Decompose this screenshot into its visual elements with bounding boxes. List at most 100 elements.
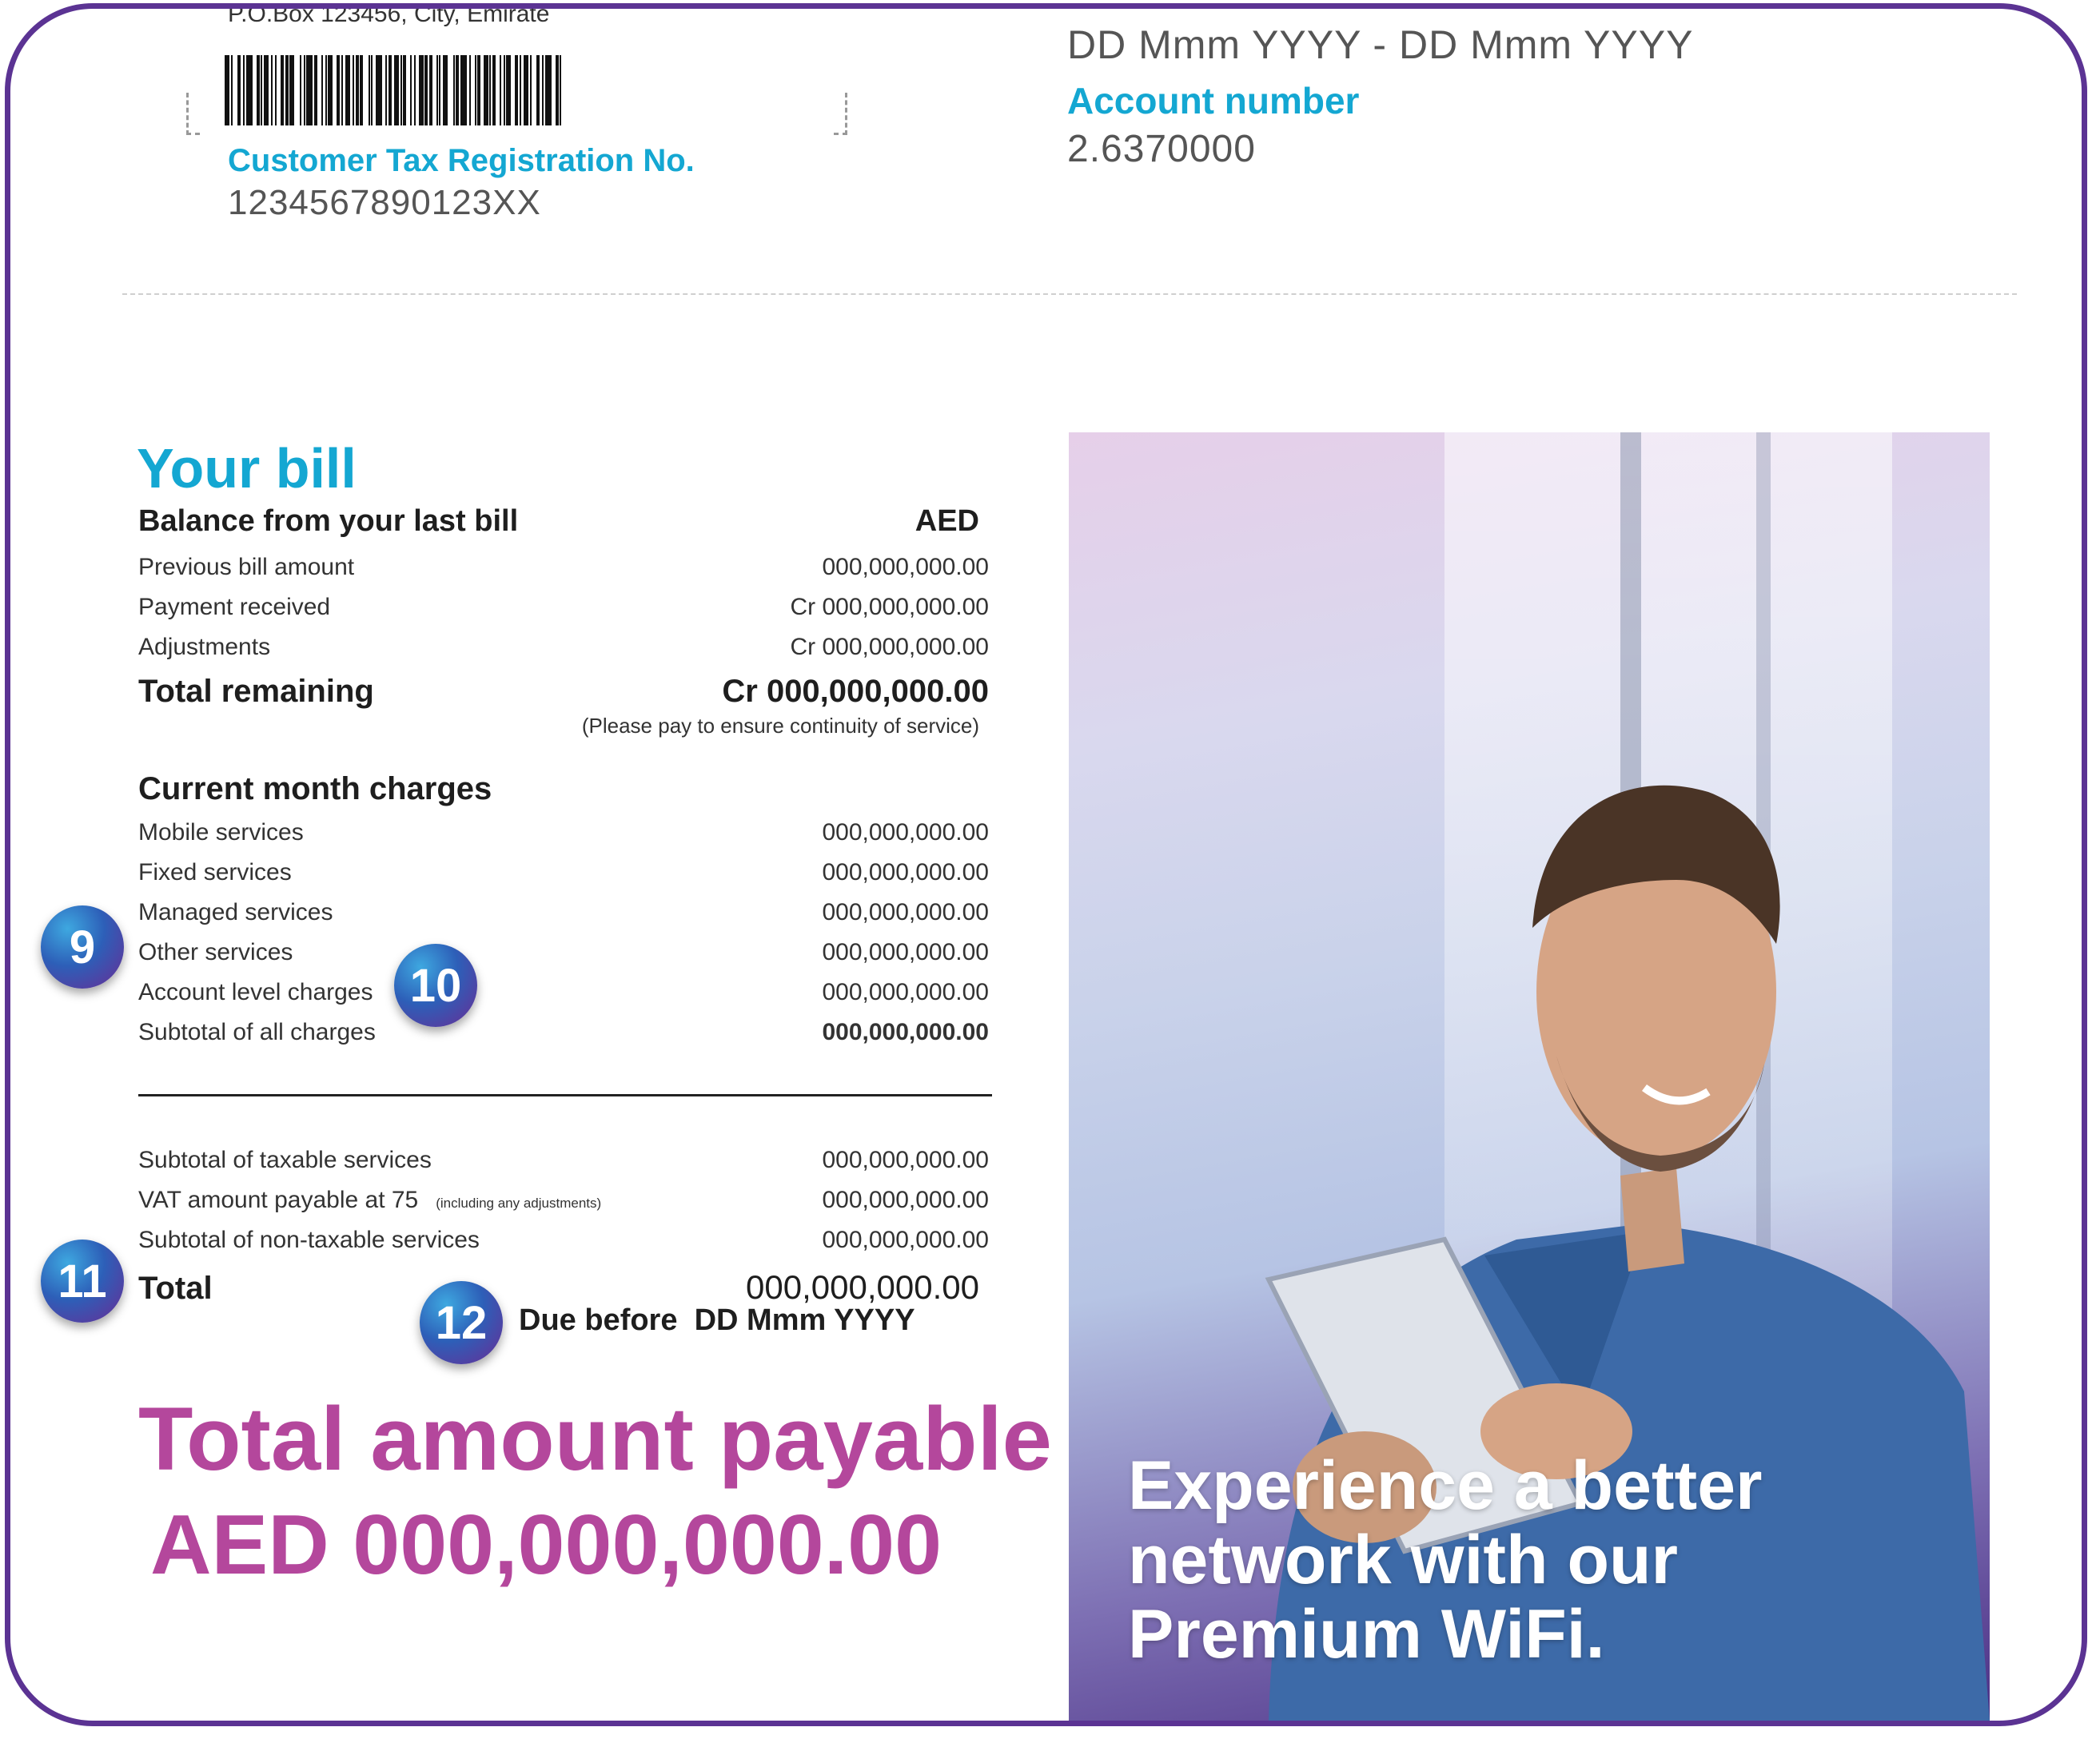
taxable-subtotal-value: 000,000,000.00 [822,1147,989,1173]
document-frame: P.O.Box 123456, City, Emirate Customer T… [5,3,2087,1726]
total-remaining-row: Total remaining Cr 000,000,000.00 [138,674,989,710]
account-level-row: Account level charges 000,000,000.00 [138,979,989,1006]
barcode-bar [299,55,301,125]
barcode-bar [477,55,481,125]
subtotal-all-value: 000,000,000.00 [822,1019,989,1045]
payment-received-label: Payment received [138,594,331,620]
address-window-bracket-right [834,93,847,135]
account-number-value: 2.6370000 [1067,128,1256,170]
callout-badge-9: 9 [41,905,124,989]
vat-label: VAT amount payable at 75 [138,1187,419,1213]
subtotal-all-row: Subtotal of all charges 000,000,000.00 [138,1019,989,1046]
due-label: Due before [519,1303,678,1337]
barcode-bar [270,55,273,125]
barcode-bar [542,55,544,125]
fixed-services-value: 000,000,000.00 [822,859,989,885]
barcode-bar [325,55,327,125]
total-amount-payable-title: Total amount payable [138,1389,1052,1489]
adjustments-value: Cr 000,000,000.00 [790,634,989,660]
barcode-bar [225,55,229,125]
vat-value: 000,000,000.00 [822,1187,989,1213]
vat-label-group: VAT amount payable at 75 (including any a… [138,1187,601,1214]
barcode-bar [452,55,455,125]
total-value: 000,000,000.00 [746,1268,979,1306]
balance-heading: Balance from your last bill [138,504,519,538]
barcode-bar [400,55,402,125]
previous-bill-value: 000,000,000.00 [822,554,989,580]
barcode-bar [275,55,277,125]
vat-note: (including any adjustments) [436,1196,602,1211]
other-services-value: 000,000,000.00 [822,939,989,965]
non-taxable-label: Subtotal of non-taxable services [138,1227,480,1253]
payment-received-row: Payment received Cr 000,000,000.00 [138,594,989,621]
barcode-bar [394,55,400,125]
barcode-bar [403,55,407,125]
barcode-bar [469,55,472,125]
mobile-services-label: Mobile services [138,819,304,846]
currency-label: AED [915,504,979,538]
promo-headline: Experience a better network with our Pre… [1128,1447,1763,1673]
barcode-bar [245,55,253,125]
barcode [225,55,564,125]
barcode-bar [285,55,289,125]
barcode-bar [418,55,424,125]
barcode-bar [544,55,552,125]
barcode-bar [261,55,263,125]
billing-period: DD Mmm YYYY - DD Mmm YYYY [1067,22,1694,67]
barcode-bar [230,55,233,125]
barcode-bar [529,55,532,125]
vat-row: VAT amount payable at 75 (including any a… [138,1187,989,1214]
barcode-bar [321,55,323,125]
tax-registration-label: Customer Tax Registration No. [228,143,695,178]
barcode-bar [489,55,492,125]
barcode-bar [456,55,460,125]
barcode-bar [436,55,438,125]
barcode-bar [328,55,333,125]
barcode-bar [341,55,343,125]
barcode-bar [414,55,416,125]
fixed-services-row: Fixed services 000,000,000.00 [138,859,989,886]
callout-badge-11: 11 [41,1240,124,1323]
barcode-bar [337,55,341,125]
section-divider [122,293,2017,295]
barcode-bar [388,55,392,125]
barcode-bar [499,55,501,125]
account-number-label: Account number [1067,80,1360,121]
other-services-label: Other services [138,939,293,965]
barcode-bar [256,55,260,125]
barcode-bar [560,55,562,125]
total-remaining-note: (Please pay to ensure continuity of serv… [581,714,979,738]
adjustments-label: Adjustments [138,634,271,660]
total-remaining-value: Cr 000,000,000.00 [722,674,989,709]
barcode-bar [536,55,540,125]
barcode-bar [360,55,364,125]
barcode-bar [345,55,351,125]
managed-services-row: Managed services 000,000,000.00 [138,899,989,926]
barcode-bar [523,55,528,125]
balance-heading-row: Balance from your last bill AED [138,504,989,539]
mobile-services-value: 000,000,000.00 [822,819,989,846]
barcode-bar [263,55,269,125]
current-month-heading: Current month charges [138,771,492,806]
barcode-bar [289,55,295,125]
due-date: DD Mmm YYYY [694,1303,915,1337]
subtotal-all-label: Subtotal of all charges [138,1019,376,1045]
barcode-bar [280,55,284,125]
previous-bill-label: Previous bill amount [138,554,355,580]
barcode-bar [506,55,512,125]
barcode-bar [368,55,370,125]
total-label: Total [138,1271,213,1306]
promo-banner: Experience a better network with our Pre… [1069,432,1990,1721]
barcode-bar [515,55,519,125]
address-window-bracket-left [186,93,200,135]
barcode-bar [371,55,373,125]
barcode-bar [243,55,245,125]
callout-badge-12: 12 [420,1281,503,1364]
taxable-subtotal-row: Subtotal of taxable services 000,000,000… [138,1147,989,1174]
barcode-bar [306,55,313,125]
po-box-address: P.O.Box 123456, City, Emirate [228,3,550,27]
taxable-subtotal-label: Subtotal of taxable services [138,1147,432,1173]
account-level-label: Account level charges [138,979,373,1005]
adjustments-row: Adjustments Cr 000,000,000.00 [138,634,989,661]
barcode-bar [353,55,355,125]
